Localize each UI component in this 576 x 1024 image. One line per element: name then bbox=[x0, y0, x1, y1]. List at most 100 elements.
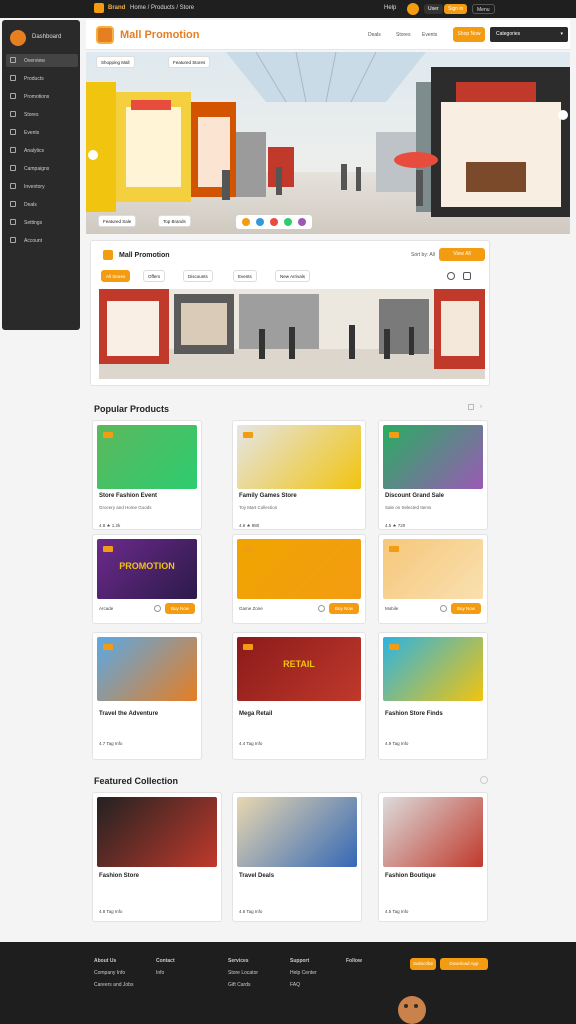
hero-chip-brands[interactable]: Top Brands bbox=[158, 215, 191, 227]
category-select[interactable]: Categories ▾ bbox=[490, 27, 568, 42]
sidebar-item-label: Settings bbox=[24, 220, 43, 226]
featured-icon bbox=[103, 250, 113, 260]
breadcrumb[interactable]: Home / Products / Store bbox=[130, 5, 194, 11]
footer-column: Contact Info bbox=[156, 958, 175, 982]
footer-column: Support Help Center FAQ bbox=[290, 958, 317, 994]
footer-link[interactable]: Gift Cards bbox=[228, 982, 258, 988]
product-card[interactable]: Game Zone Buy Now bbox=[232, 534, 366, 624]
carousel-next-icon[interactable] bbox=[558, 110, 568, 120]
sidebar-title: Dashboard bbox=[32, 34, 62, 40]
brand-logo-icon[interactable] bbox=[94, 3, 104, 13]
nav-events[interactable]: Events bbox=[422, 32, 437, 38]
product-card[interactable]: Travel the Adventure 4.7 Tag Info bbox=[92, 632, 202, 760]
footer-link[interactable]: FAQ bbox=[290, 982, 317, 988]
footer-link[interactable]: Help Center bbox=[290, 970, 317, 976]
top-bar: Brand Home / Products / Store Help User … bbox=[0, 0, 576, 18]
sidebar-item-9[interactable]: Settings bbox=[6, 216, 78, 229]
product-card[interactable]: Family Games Store Toy Mart Collection 4.6… bbox=[232, 420, 366, 530]
more-icon[interactable] bbox=[480, 776, 488, 784]
user-button[interactable]: User bbox=[424, 4, 443, 14]
card-subtitle: Sale on Selected Items bbox=[385, 505, 432, 510]
product-image: RETAIL bbox=[237, 637, 361, 701]
card-title: Mega Retail bbox=[239, 711, 273, 717]
help-link[interactable]: Help bbox=[384, 5, 396, 11]
product-card[interactable]: Store Fashion Event Grocery and Home Good… bbox=[92, 420, 202, 530]
sidebar-item-5[interactable]: Analytics bbox=[6, 144, 78, 157]
hero-chip-mall[interactable]: Shopping Mall bbox=[96, 56, 135, 68]
heart-icon[interactable] bbox=[154, 605, 161, 612]
footer-link[interactable]: Store Locator bbox=[228, 970, 258, 976]
collection-card[interactable]: Fashion Boutique 4.5 Tag Info bbox=[378, 792, 488, 922]
sort-label[interactable]: Sort by: All bbox=[411, 252, 435, 258]
carousel-prev-icon[interactable] bbox=[88, 150, 98, 160]
sidebar-item-2[interactable]: Promotions bbox=[6, 90, 78, 103]
buy-now-button[interactable]: Buy Now bbox=[451, 603, 481, 614]
brand-icon[interactable] bbox=[284, 218, 292, 226]
sidebar-item-4[interactable]: Events bbox=[6, 126, 78, 139]
hero-chip-sale[interactable]: Featured Sale bbox=[98, 215, 137, 227]
nav-stores[interactable]: Stores bbox=[396, 32, 410, 38]
sidebar-item-0[interactable]: Overview bbox=[6, 54, 78, 67]
refresh-icon[interactable] bbox=[447, 272, 455, 280]
product-card[interactable]: PROMOTION Arcade Buy Now bbox=[92, 534, 202, 624]
avatar[interactable] bbox=[407, 3, 419, 15]
heart-icon[interactable] bbox=[440, 605, 447, 612]
filter-new[interactable]: New Arrivals bbox=[275, 270, 311, 282]
product-image: PROMOTION bbox=[97, 539, 197, 599]
buy-now-button[interactable]: Buy Now bbox=[165, 603, 195, 614]
card-title: Family Games Store bbox=[239, 493, 297, 499]
product-card[interactable]: Mobile Buy Now bbox=[378, 534, 488, 624]
footer-link[interactable]: Info bbox=[156, 970, 175, 976]
sidebar-item-8[interactable]: Deals bbox=[6, 198, 78, 211]
sidebar-item-1[interactable]: Products bbox=[6, 72, 78, 85]
shop-now-button[interactable]: Shop Now bbox=[453, 27, 485, 42]
arrow-right-icon[interactable]: › bbox=[480, 404, 482, 410]
menu-button[interactable]: Menu bbox=[472, 4, 495, 14]
brand-icon[interactable] bbox=[242, 218, 250, 226]
collection-card[interactable]: Travel Deals 4.6 Tag Info bbox=[232, 792, 362, 922]
tag-badge bbox=[389, 432, 399, 438]
footer-heading: Contact bbox=[156, 958, 175, 964]
sidebar-item-7[interactable]: Inventory bbox=[6, 180, 78, 193]
filter-events[interactable]: Events bbox=[233, 270, 257, 282]
view-all-button[interactable]: View All bbox=[439, 248, 485, 261]
more-icon[interactable] bbox=[468, 404, 474, 410]
filter-discounts[interactable]: Discounts bbox=[183, 270, 213, 282]
hero-chip-featured[interactable]: Featured Stores bbox=[168, 56, 211, 68]
brand-icon[interactable] bbox=[270, 218, 278, 226]
download-app-button[interactable]: Download App bbox=[440, 958, 488, 970]
filter-all[interactable]: All Stores bbox=[101, 270, 131, 282]
menu-item-icon bbox=[10, 57, 16, 63]
card-subtitle: Toy Mart Collection bbox=[239, 505, 278, 510]
category-select-value: Categories bbox=[496, 31, 521, 37]
tag-badge bbox=[103, 546, 113, 552]
hero-banner: Shopping Mall Featured Stores Featured S… bbox=[86, 52, 570, 234]
sidebar-item-label: Promotions bbox=[24, 94, 50, 100]
sidebar-item-6[interactable]: Campaigns bbox=[6, 162, 78, 175]
subscribe-button[interactable]: Subscribe bbox=[410, 958, 436, 970]
product-card[interactable]: RETAIL Mega Retail 4.4 Tag Info bbox=[232, 632, 366, 760]
tag-badge bbox=[243, 546, 253, 552]
card-meta: Mobile bbox=[385, 606, 399, 611]
share-icon[interactable] bbox=[463, 272, 471, 280]
sign-in-button[interactable]: Sign in bbox=[444, 4, 468, 14]
footer-link[interactable]: Careers and Jobs bbox=[94, 982, 133, 988]
footer-column: About Us Company Info Careers and Jobs bbox=[94, 958, 133, 994]
product-card[interactable]: Discount Grand Sale Sale on Selected Item… bbox=[378, 420, 488, 530]
footer-link[interactable]: Company Info bbox=[94, 970, 133, 976]
sidebar-item-10[interactable]: Account bbox=[6, 234, 78, 247]
buy-now-button[interactable]: Buy Now bbox=[329, 603, 359, 614]
mall-interior-image bbox=[86, 52, 570, 234]
nav-deals[interactable]: Deals bbox=[368, 32, 381, 38]
sidebar-item-3[interactable]: Stores bbox=[6, 108, 78, 121]
app-logo-icon[interactable] bbox=[96, 26, 114, 44]
brand-icons-strip[interactable] bbox=[236, 215, 312, 229]
product-card[interactable]: Fashion Store Finds 4.9 Tag Info bbox=[378, 632, 488, 760]
brand-icon[interactable] bbox=[256, 218, 264, 226]
collection-card[interactable]: Fashion Store 4.8 Tag Info bbox=[92, 792, 222, 922]
filter-offers[interactable]: Offers bbox=[143, 270, 166, 282]
heart-icon[interactable] bbox=[318, 605, 325, 612]
brand-icon[interactable] bbox=[298, 218, 306, 226]
footer-heading: Services bbox=[228, 958, 249, 964]
sidebar-item-label: Analytics bbox=[24, 148, 45, 154]
